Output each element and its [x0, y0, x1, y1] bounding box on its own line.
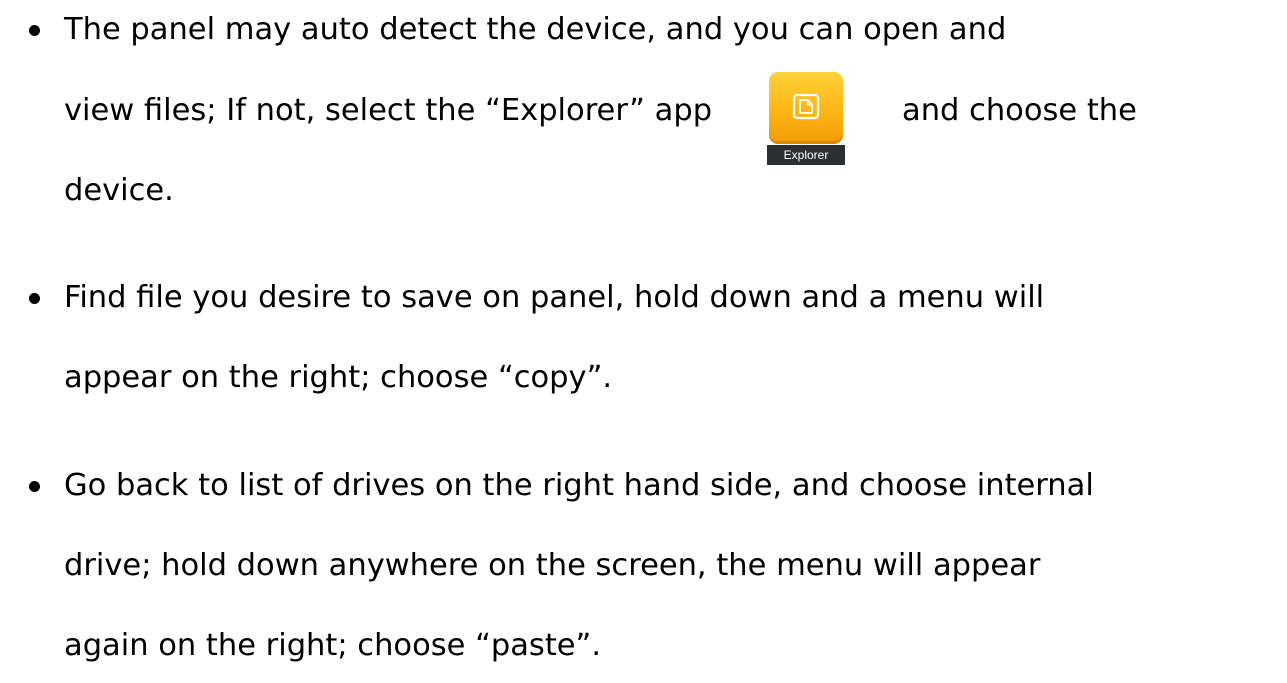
bullet-1-line-3: device.	[64, 173, 174, 208]
bullet-3-line-1: Go back to list of drives on the right h…	[64, 468, 1094, 503]
bullet-1-line-2: view files; If not, select the “Explorer…	[64, 93, 713, 128]
bullet-point-3	[29, 481, 40, 492]
bullet-3-line-2: drive; hold down anywhere on the screen,…	[64, 548, 1041, 583]
folder-icon	[792, 93, 820, 120]
bullet-1-line-1: The panel may auto detect the device, an…	[64, 12, 1007, 47]
explorer-app-label: Explorer	[767, 145, 845, 165]
bullet-point-2	[29, 293, 40, 304]
bullet-point-1	[29, 25, 40, 36]
bullet-2-line-1: Find file you desire to save on panel, h…	[64, 280, 1045, 315]
bullet-1-line-2-continued: and choose the	[902, 93, 1137, 128]
explorer-app-icon: Explorer	[767, 72, 845, 166]
bullet-3-line-3: again on the right; choose “paste”.	[64, 628, 602, 663]
bullet-2-line-2: appear on the right; choose “copy”.	[64, 360, 613, 395]
explorer-tile	[769, 72, 843, 144]
